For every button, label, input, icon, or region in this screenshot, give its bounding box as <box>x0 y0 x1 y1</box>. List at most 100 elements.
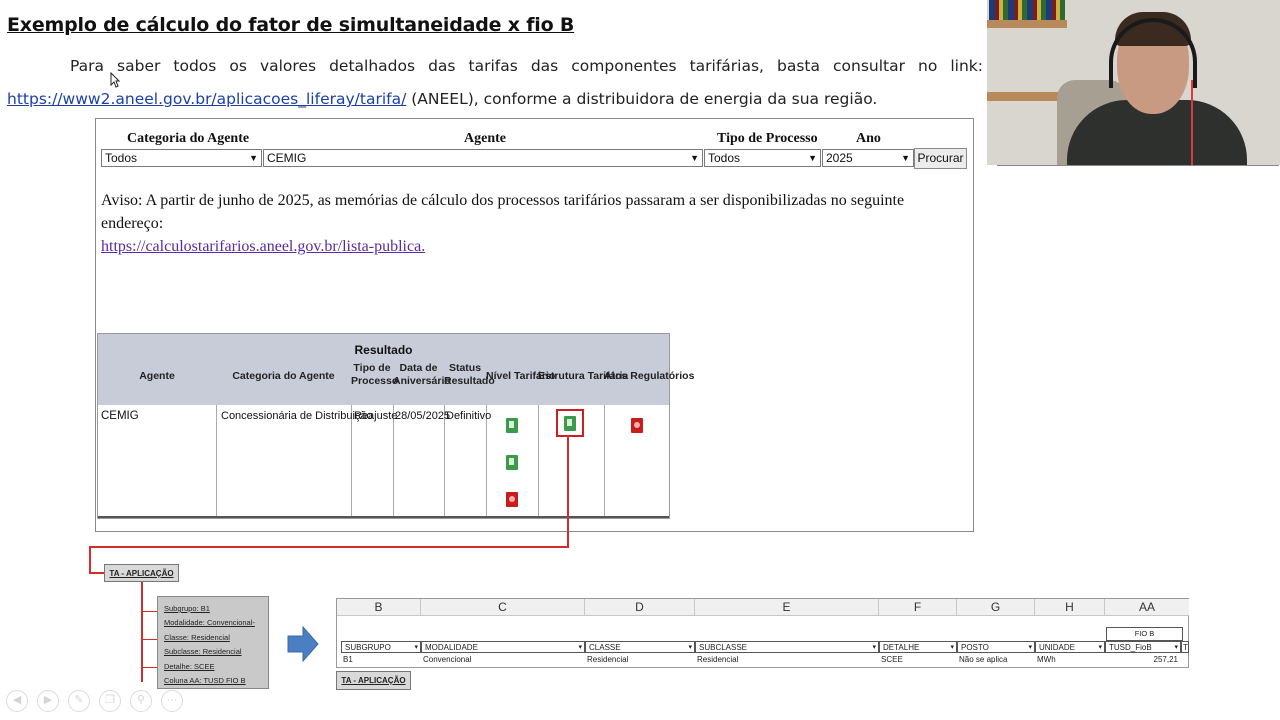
ano-label: Ano <box>856 131 881 146</box>
right-arrow-icon <box>287 626 319 662</box>
cell-data: 28/05/2025 <box>395 410 451 422</box>
col-letter: D <box>585 599 695 616</box>
cursor-icon <box>110 72 120 88</box>
header-subclasse[interactable]: SUBCLASSE ▾ <box>695 641 879 653</box>
col-status: Status Resultado <box>444 362 495 387</box>
fio-b-group-header: FIO B <box>1106 627 1183 641</box>
spreadsheet-icon[interactable] <box>506 418 518 433</box>
connector-line <box>141 667 157 668</box>
next-icon[interactable]: ▶ <box>37 690 59 712</box>
cell-agente: CEMIG <box>101 410 139 422</box>
chevron-down-icon: ▼ <box>808 153 817 163</box>
value-subclasse: Residencial <box>697 655 739 664</box>
filter-icon: ▾ <box>1028 644 1032 651</box>
chevron-down-icon: ▼ <box>901 153 910 163</box>
col-letter: H <box>1035 599 1105 616</box>
col-nivel: Nível Tarifário <box>486 370 556 382</box>
header-detalhe[interactable]: DETALHE ▾ <box>879 641 957 653</box>
col-categoria: Categoria do Agente <box>232 370 335 382</box>
cell-categoria: Concessionária de Distribuição <box>221 410 373 422</box>
pdf-icon[interactable] <box>631 418 643 433</box>
notice: Aviso: A partir de junho de 2025, as mem… <box>101 189 931 258</box>
slide-title: Exemplo de cálculo do fator de simultane… <box>7 14 575 36</box>
ta-aplicacao-sheet-tab[interactable]: TA - APLICAÇÃO <box>336 671 411 690</box>
filter-icon: ▾ <box>578 644 582 651</box>
notice-text: Aviso: A partir de junho de 2025, as mem… <box>101 192 905 232</box>
pen-icon[interactable]: ✎ <box>68 690 90 712</box>
tipo-processo-select[interactable]: Todos ▼ <box>704 149 821 167</box>
col-tipo: Tipo de Processo <box>351 362 399 387</box>
pdf-icon[interactable] <box>506 492 518 507</box>
filter-details-box: Subgrupo: B1 Modalidade: Convencional- C… <box>157 596 269 689</box>
header-subgrupo[interactable]: SUBGRUPO ▾ <box>341 641 421 653</box>
value-unidade: MWh <box>1037 655 1056 664</box>
value-modalidade: Convencional <box>423 655 472 664</box>
col-letter: B <box>337 599 421 616</box>
col-letter: G <box>957 599 1035 616</box>
spreadsheet-icon[interactable] <box>564 416 576 431</box>
cell-status: Definitivo <box>446 410 492 422</box>
connector-line <box>89 546 91 573</box>
results-title: Resultado <box>354 343 413 357</box>
value-posto: Não se aplica <box>959 655 1008 664</box>
agente-select[interactable]: CEMIG ▼ <box>263 149 703 167</box>
connector-line <box>141 639 157 640</box>
table-bottom-border <box>98 516 669 518</box>
col-letter: C <box>421 599 585 616</box>
filter-icon: ▾ <box>1174 644 1178 651</box>
categoria-select[interactable]: Todos ▼ <box>101 149 262 167</box>
value-tusd-fiob: 257,21 <box>1153 655 1178 664</box>
header-tusd-fiob[interactable]: TUSD_FioB ▾ <box>1105 641 1181 653</box>
chevron-down-icon: ▼ <box>690 153 699 163</box>
cell-tipo: Reajuste <box>354 410 398 422</box>
divider <box>604 405 605 518</box>
value-detalhe: SCEE <box>881 655 903 664</box>
zoom-icon[interactable]: ⚲ <box>130 690 152 712</box>
ta-aplicacao-tag: TA - APLICAÇÃO <box>104 564 179 582</box>
col-atos: Atos Regulatórios <box>604 370 695 382</box>
connector-line <box>89 572 104 574</box>
aneel-search-page: Categoria do Agente Agente Tipo de Proce… <box>95 118 974 532</box>
header-classe[interactable]: CLASSE ▾ <box>585 641 695 653</box>
results-table: Resultado Agente Categoria do Agente Tip… <box>97 333 695 519</box>
aneel-tarifa-link[interactable]: https://www2.aneel.gov.br/aplicacoes_lif… <box>7 90 406 108</box>
tariff-spreadsheet: B C D E F G H AA FIO B SUBGRUPO ▾ MODALID… <box>336 598 1189 668</box>
col-agente: Agente <box>139 370 175 382</box>
chevron-down-icon: ▼ <box>249 153 258 163</box>
spreadsheet-icon[interactable] <box>506 455 518 470</box>
connector-line <box>567 436 569 547</box>
value-subgrupo: B1 <box>343 655 353 664</box>
tipo-processo-label: Tipo de Processo <box>717 131 818 146</box>
col-letter: AA <box>1105 599 1189 616</box>
header-unidade[interactable]: UNIDADE ▾ <box>1035 641 1105 653</box>
prev-icon[interactable]: ◀ <box>6 690 28 712</box>
bookshelf <box>989 0 1065 20</box>
intro-line-1: Para saber todos os valores detalhados d… <box>70 57 983 75</box>
filter-icon: ▾ <box>414 644 418 651</box>
col-letter: E <box>695 599 879 616</box>
connector-line <box>141 611 157 612</box>
webcam-underline <box>997 165 1279 166</box>
filter-icon: ▾ <box>950 644 954 651</box>
divider <box>538 405 539 518</box>
more-icon[interactable]: ⋯ <box>161 690 183 712</box>
col-data: Data de Aniversário <box>393 362 451 387</box>
header-next-col: T <box>1181 641 1189 653</box>
calculos-tarifarios-link[interactable]: https://calculostarifarios.aneel.gov.br/… <box>101 238 425 255</box>
header-modalidade[interactable]: MODALIDADE ▾ <box>421 641 585 653</box>
value-classe: Residencial <box>587 655 629 664</box>
agente-label: Agente <box>464 131 506 146</box>
ano-select[interactable]: 2025 ▼ <box>822 149 914 167</box>
header-posto[interactable]: POSTO ▾ <box>957 641 1035 653</box>
webcam-video <box>987 0 1280 165</box>
filter-icon: ▾ <box>1098 644 1102 651</box>
col-estrutura: Estrutura Tarifária <box>538 370 629 382</box>
divider <box>216 405 217 518</box>
copy-icon[interactable]: ❐ <box>99 690 121 712</box>
presentation-toolbar: ◀ ▶ ✎ ❐ ⚲ ⋯ <box>6 690 183 712</box>
categoria-label: Categoria do Agente <box>127 131 250 146</box>
connector-line <box>89 546 569 548</box>
filter-icon: ▾ <box>688 644 692 651</box>
procurar-button[interactable]: Procurar <box>914 148 967 169</box>
intro-paragraph: Para saber todos os valores detalhados d… <box>7 50 983 116</box>
